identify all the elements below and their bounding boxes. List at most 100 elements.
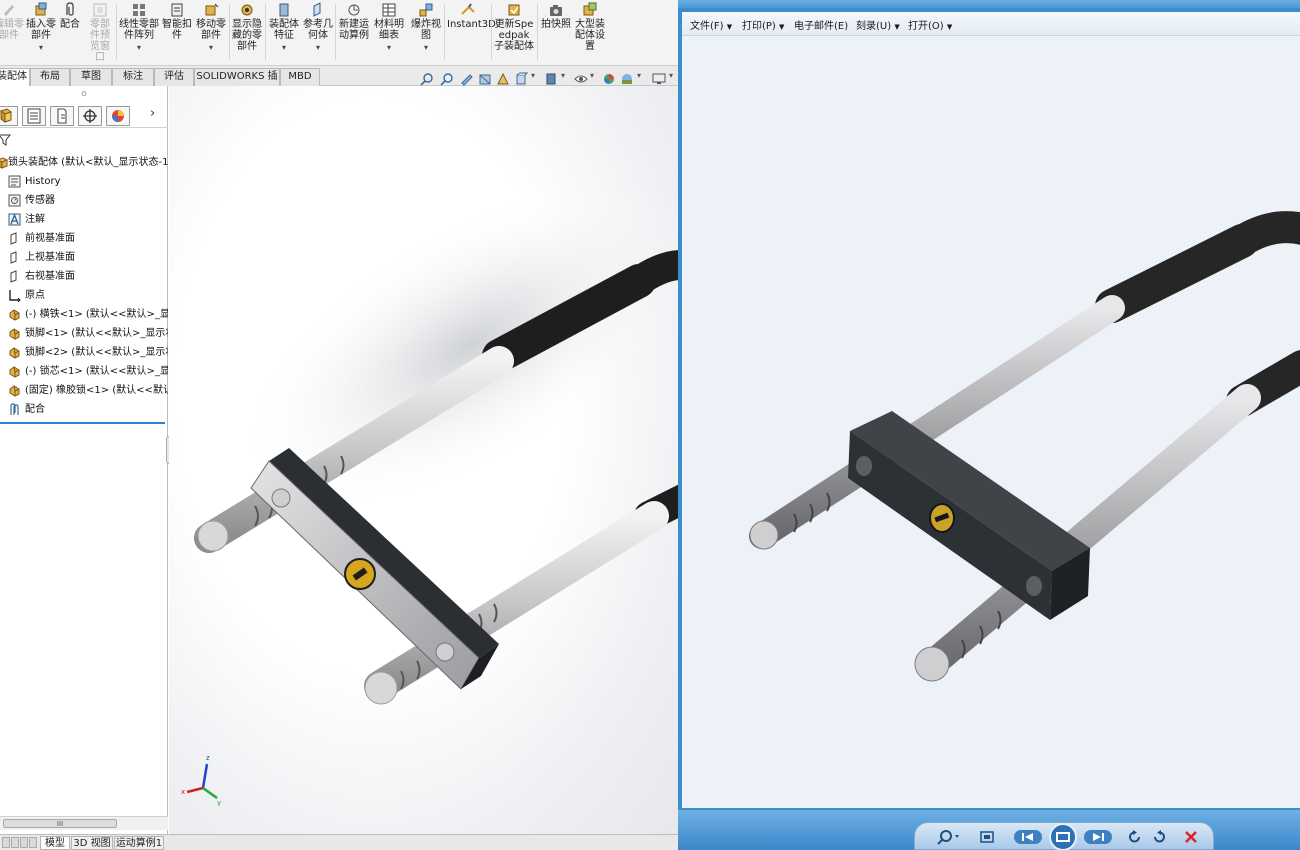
move-component-button[interactable]: 移动零部件 ▾	[194, 2, 228, 53]
previous-icon[interactable]	[1013, 829, 1043, 845]
tree-item-sensors[interactable]: 传感器	[8, 192, 168, 210]
menu-file[interactable]: 文件(F) ▼	[690, 17, 732, 32]
tab-evaluate[interactable]: 评估	[154, 68, 194, 86]
tree-item-top-plane[interactable]: 上视基准面	[8, 249, 168, 267]
last-tab-button[interactable]	[29, 837, 37, 848]
zoom-to-fit-icon[interactable]	[420, 72, 434, 86]
chevron-down-icon[interactable]: ▾	[669, 71, 673, 80]
assembly-features-button[interactable]: 装配体特征 ▾	[268, 2, 300, 53]
horizontal-scrollbar[interactable]: III	[0, 816, 168, 830]
next-icon[interactable]	[1083, 829, 1113, 845]
instant3d-button[interactable]: Instant3D	[447, 2, 496, 30]
tree-item-lock-core[interactable]: (-) 锁芯<1> (默认<<默认>_显示状	[8, 363, 168, 381]
graphics-area[interactable]: z x y	[169, 86, 678, 834]
tree-item-crossbar-part[interactable]: (-) 横铁<1> (默认<<默认>_显示状	[8, 306, 168, 324]
shaft-tip-upper	[197, 520, 229, 552]
zoom-area-icon[interactable]	[440, 72, 454, 86]
tree-item-mates[interactable]: 配合	[8, 401, 168, 419]
tab-motion-study-1[interactable]: 运动算例1	[114, 836, 164, 850]
tab-property-manager[interactable]	[22, 106, 46, 126]
chevron-down-icon[interactable]: ▾	[26, 42, 56, 53]
tree-item-origin[interactable]: 原点	[8, 287, 168, 305]
slideshow-icon[interactable]	[1047, 823, 1079, 850]
chevron-down-icon[interactable]: ▾	[531, 71, 535, 80]
actual-size-icon[interactable]	[979, 829, 995, 845]
chevron-down-icon[interactable]: ▾	[409, 42, 443, 53]
edit-component-button[interactable]: 编辑零部件	[0, 2, 24, 41]
plane-icon	[10, 270, 17, 283]
view-orientation-icon[interactable]	[514, 72, 528, 86]
menu-open[interactable]: 打开(O) ▼	[908, 17, 952, 32]
tab-assembly[interactable]: 装配体	[0, 68, 30, 87]
tab-layout[interactable]: 布局	[30, 68, 70, 86]
tab-model[interactable]: 模型	[40, 836, 70, 850]
tree-item-lock-leg-1[interactable]: 锁脚<1> (默认<<默认>_显示状态	[8, 325, 168, 343]
insert-component-button[interactable]: 插入零部件 ▾	[26, 2, 56, 53]
delete-icon[interactable]	[1183, 829, 1199, 845]
scrollbar-thumb[interactable]: III	[3, 819, 117, 828]
tab-feature-tree[interactable]	[0, 106, 18, 126]
view-settings-icon[interactable]	[652, 72, 666, 86]
previous-view-icon[interactable]	[460, 72, 474, 86]
tree-item-front-plane[interactable]: 前视基准面	[8, 230, 168, 248]
exploded-view-button[interactable]: 爆炸视图 ▾	[409, 2, 443, 53]
tab-markup[interactable]: 标注	[112, 68, 154, 86]
dynamic-annotation-icon[interactable]	[496, 72, 510, 86]
rotate-counterclockwise-icon[interactable]	[1127, 829, 1143, 845]
large-assembly-settings-button[interactable]: 大型装配体设置	[574, 2, 606, 52]
y-axis-icon	[202, 786, 218, 800]
tab-3d-views[interactable]: 3D 视图	[71, 836, 113, 850]
show-hidden-components-button[interactable]: 显示隐藏的零部件	[232, 2, 262, 52]
tree-item-lock-leg-2[interactable]: 锁脚<2> (默认<<默认>_显示状态	[8, 344, 168, 362]
take-snapshot-button[interactable]: 拍快照	[540, 2, 572, 30]
smart-fasteners-button[interactable]: 智能扣件	[160, 2, 194, 41]
chevron-down-icon[interactable]: ▾	[590, 71, 594, 80]
apply-scene-icon[interactable]	[620, 72, 634, 86]
hide-show-items-icon[interactable]	[574, 72, 588, 86]
tab-display-manager[interactable]	[106, 106, 130, 126]
linear-pattern-button[interactable]: 线性零部件阵列 ▾	[119, 2, 159, 53]
chevron-down-icon[interactable]: ▾	[194, 42, 228, 53]
panel-grip[interactable]: o	[0, 86, 168, 104]
menu-print[interactable]: 打印(P) ▼	[742, 17, 784, 32]
tab-configuration-manager[interactable]	[50, 106, 74, 126]
tree-item-rubber-lock[interactable]: (固定) 橡胶锁<1> (默认<<默认>_显	[8, 382, 168, 400]
display-style-icon[interactable]	[544, 72, 558, 86]
rotate-clockwise-icon[interactable]	[1151, 829, 1167, 845]
tree-item-annotations[interactable]: 注解	[8, 211, 168, 229]
bill-of-materials-button[interactable]: 材料明细表 ▾	[373, 2, 405, 53]
prev-tab-button[interactable]	[11, 837, 19, 848]
chevron-right-icon[interactable]: ›	[150, 106, 155, 121]
tree-filter[interactable]	[0, 132, 168, 148]
reference-geometry-button[interactable]: 参考几何体 ▾	[302, 2, 334, 53]
tree-root-assembly[interactable]: 锁头装配体 (默认<默认_显示状态-1>)	[0, 154, 181, 172]
tree-item-right-plane[interactable]: 右视基准面	[8, 268, 168, 286]
update-speedpak-button[interactable]: 更新Speedpak子装配体	[494, 2, 534, 52]
first-tab-button[interactable]	[2, 837, 10, 848]
chevron-down-icon[interactable]: ▾	[302, 42, 334, 53]
tab-mbd[interactable]: MBD	[280, 68, 320, 86]
zoom-icon[interactable]	[937, 829, 961, 845]
menu-burn[interactable]: 刻录(U) ▼	[856, 17, 900, 32]
chevron-down-icon[interactable]: ▾	[119, 42, 159, 53]
edit-appearance-icon[interactable]	[602, 72, 616, 86]
feature-manager-tabs: ›	[0, 104, 168, 128]
section-view-icon[interactable]	[478, 72, 492, 86]
new-motion-study-button[interactable]: 新建运动算例	[338, 2, 370, 41]
next-tab-button[interactable]	[20, 837, 28, 848]
feature-tree-icon	[0, 108, 13, 123]
tab-dimxpert-manager[interactable]	[78, 106, 102, 126]
tree-rollback-bar[interactable]	[0, 422, 165, 424]
mate-button[interactable]: 配合	[58, 2, 82, 30]
tab-solidworks-addins[interactable]: SOLIDWORKS 插件	[194, 68, 280, 98]
component-preview-button[interactable]: 零部件预览窗口	[86, 2, 114, 63]
photo-display-area[interactable]	[682, 36, 1300, 808]
photo-viewer-titlebar[interactable]	[678, 0, 1300, 8]
tree-item-history[interactable]: History	[8, 173, 168, 191]
chevron-down-icon[interactable]: ▾	[373, 42, 405, 53]
chevron-down-icon[interactable]: ▾	[637, 71, 641, 80]
chevron-down-icon[interactable]: ▾	[268, 42, 300, 53]
menu-email[interactable]: 电子邮件(E)	[794, 17, 848, 32]
tab-sketch[interactable]: 草图	[70, 68, 112, 86]
chevron-down-icon[interactable]: ▾	[561, 71, 565, 80]
